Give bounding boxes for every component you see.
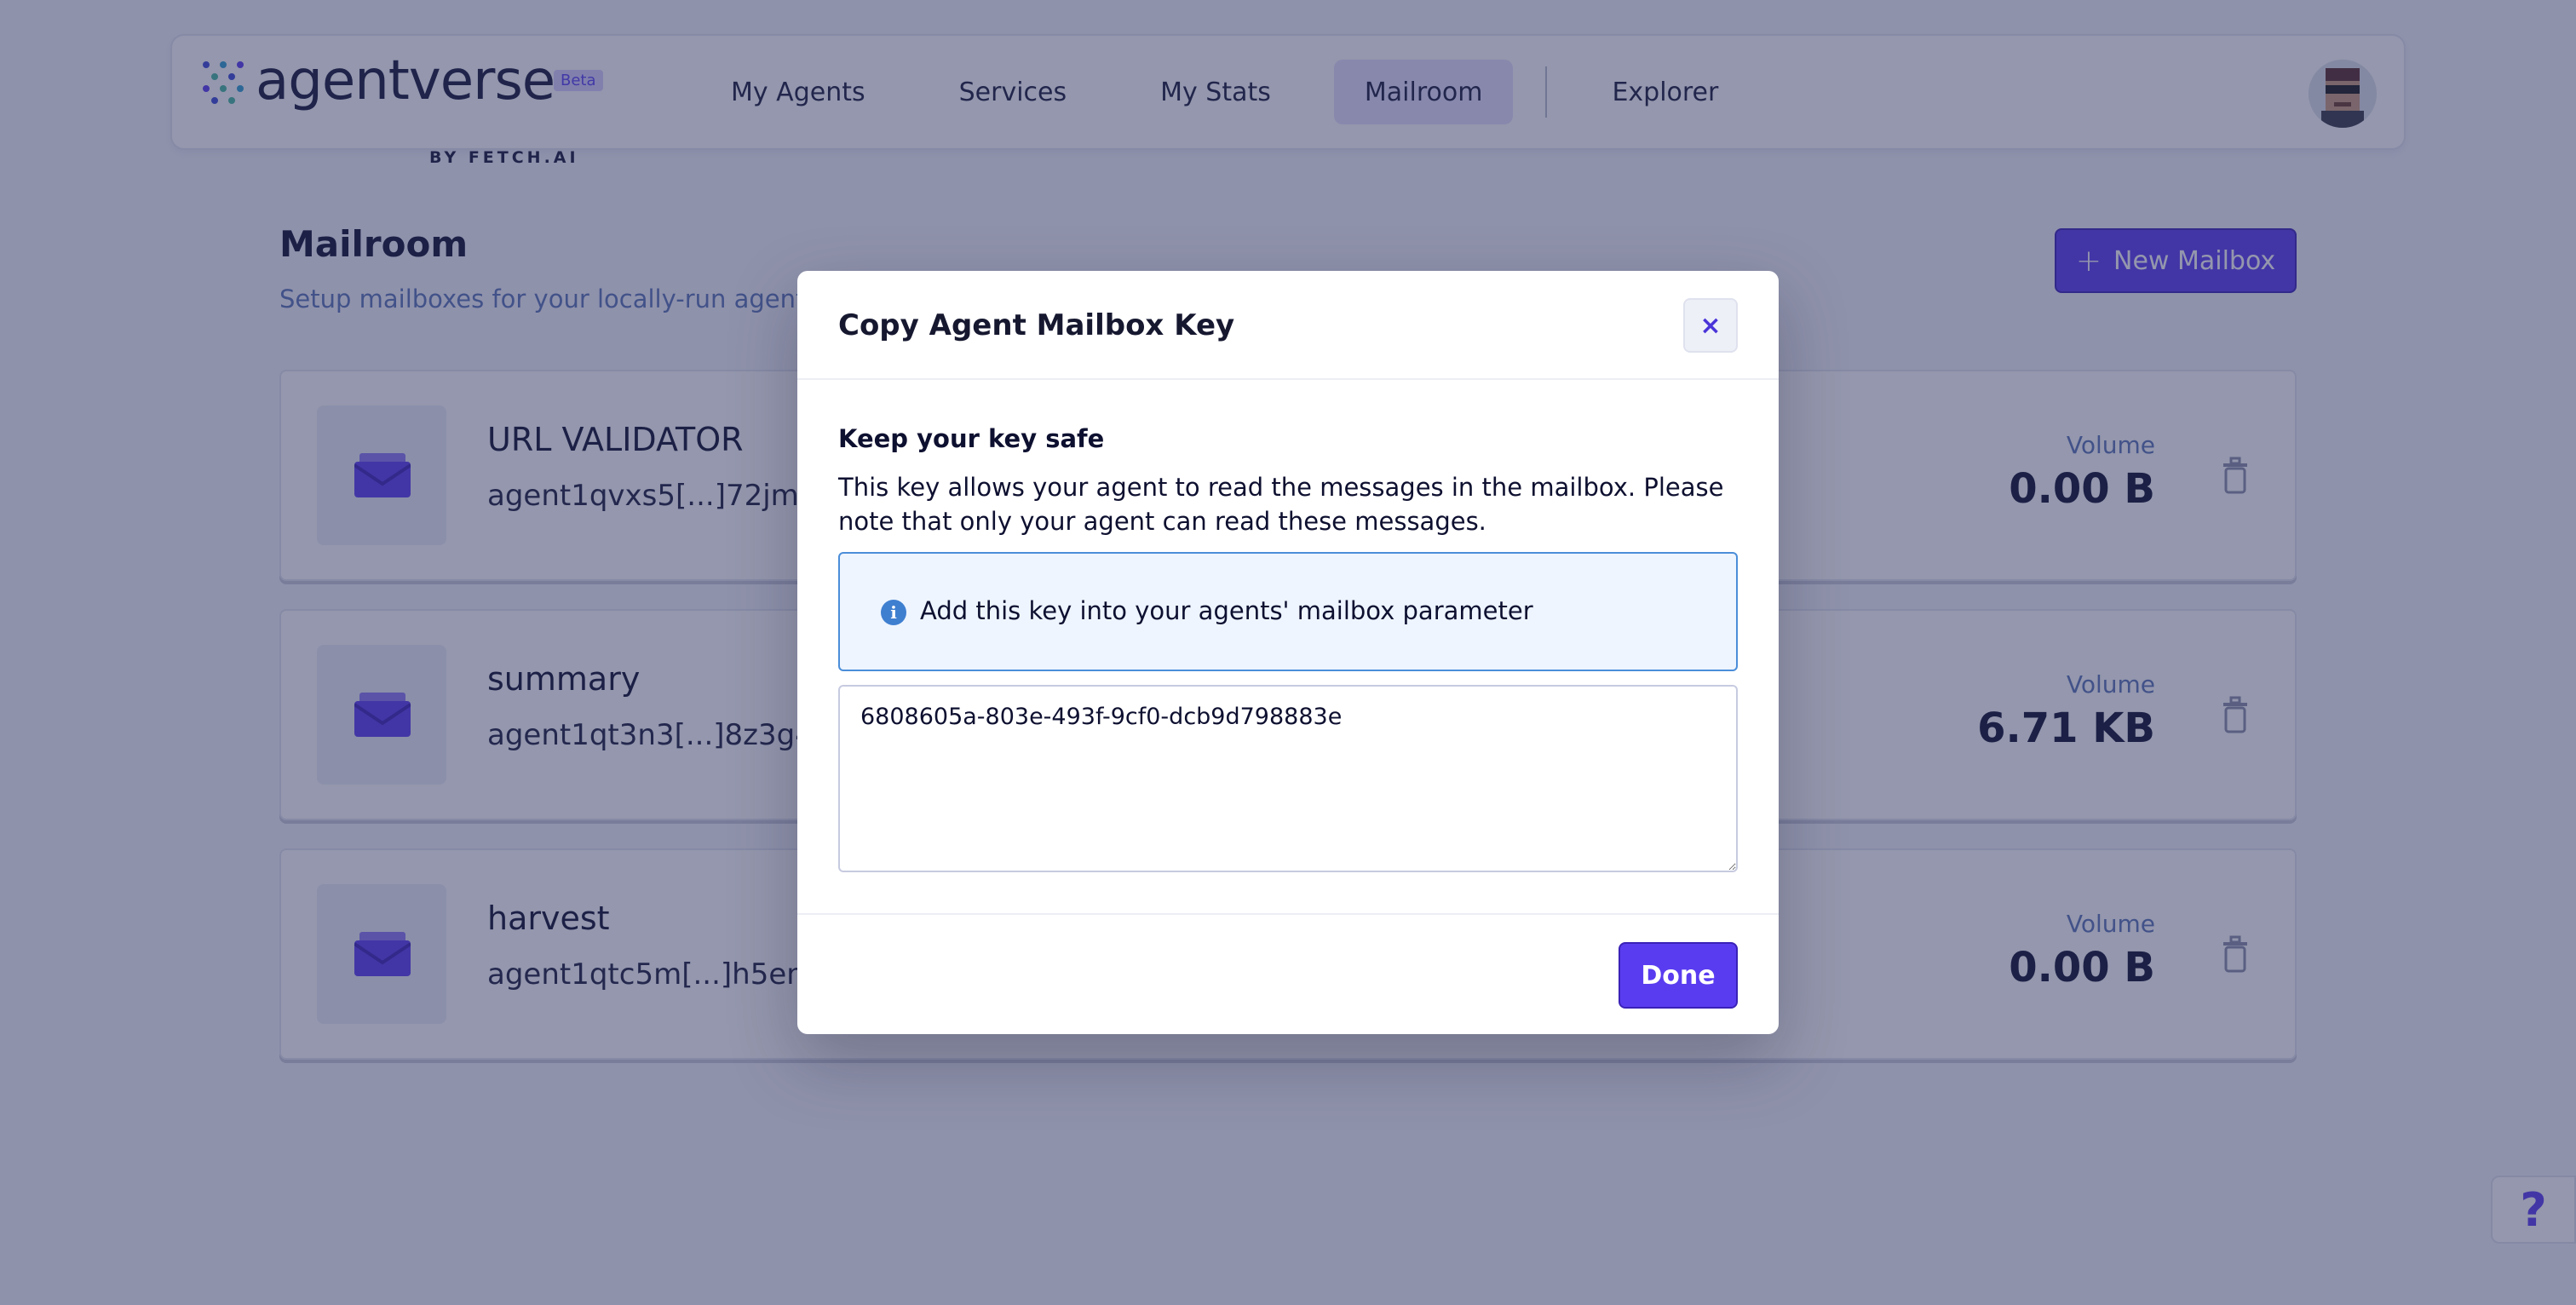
info-text: Add this key into your agents' mailbox p… (920, 596, 1533, 625)
close-button[interactable]: × (1683, 298, 1738, 353)
mailbox-key-textarea[interactable]: 6808605a-803e-493f-9cf0-dcb9d798883e (838, 685, 1738, 872)
done-button[interactable]: Done (1619, 942, 1738, 1009)
dialog-description: This key allows your agent to read the m… (838, 473, 1724, 536)
dialog-footer-divider (797, 913, 1779, 915)
dialog-title: Copy Agent Mailbox Key (838, 308, 1235, 342)
close-icon: × (1699, 310, 1722, 341)
info-alert: i Add this key into your agents' mailbox… (838, 552, 1738, 671)
dialog-header: Copy Agent Mailbox Key × (797, 271, 1779, 380)
info-icon: i (881, 600, 906, 625)
dialog-subtitle: Keep your key safe (838, 424, 1105, 453)
copy-key-dialog: Copy Agent Mailbox Key × Keep your key s… (797, 271, 1779, 1034)
